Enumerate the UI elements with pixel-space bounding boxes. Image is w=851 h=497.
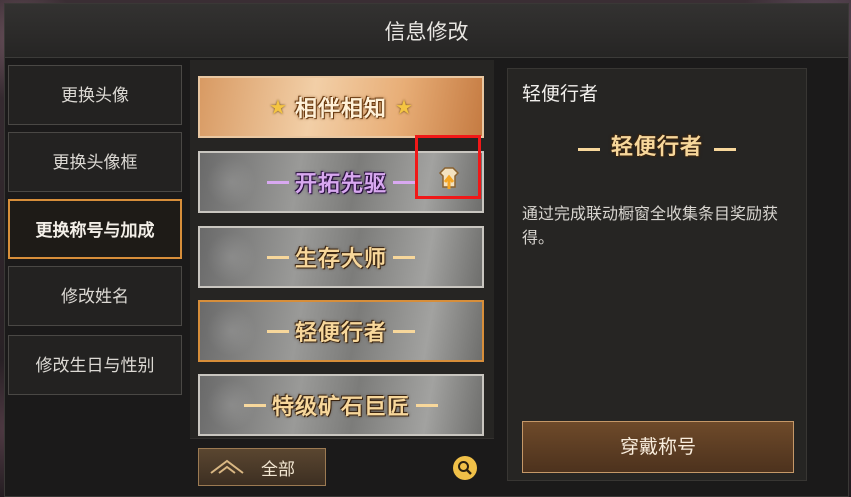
dash-icon: [266, 255, 289, 259]
window-title: 信息修改: [5, 4, 848, 58]
title-card-label: 生存大师: [294, 247, 387, 272]
wear-title-button[interactable]: 穿戴称号: [522, 421, 794, 473]
title-card-label: 特级矿石巨匠: [271, 395, 410, 420]
detail-description: 通过完成联动橱窗全收集条目奖励获得。: [522, 204, 779, 247]
title-card-label: 轻便行者: [294, 321, 387, 346]
sidebar-item-change-name[interactable]: 修改姓名: [8, 266, 182, 326]
filter-all-button[interactable]: 全部: [198, 448, 326, 486]
dash-icon: [714, 148, 737, 151]
title-card-label: 开拓先驱: [294, 172, 387, 197]
title-card[interactable]: 特级矿石巨匠: [198, 374, 484, 436]
detail-title-name: 轻便行者: [522, 83, 599, 105]
title-card-label: 相伴相知: [294, 97, 387, 122]
title-card-selected[interactable]: 轻便行者: [198, 300, 484, 362]
emblem-watermark-icon: [206, 232, 256, 282]
title-list-toolbar: 全部: [190, 438, 494, 493]
dash-icon: [577, 148, 600, 151]
dash-icon: [266, 329, 289, 333]
title-detail-panel: 轻便行者 轻便行者 通过完成联动橱窗全收集条目奖励获得。 穿戴称号: [507, 68, 807, 481]
highlight-annotation-box: [415, 135, 481, 199]
emblem-watermark-icon: [206, 380, 256, 430]
filter-chevron-icon: [210, 459, 244, 474]
sidebar-item-change-avatar[interactable]: 更换头像: [8, 65, 182, 125]
dash-icon: [393, 180, 415, 184]
emblem-watermark-icon: [206, 157, 256, 207]
sidebar-item-change-avatar-frame[interactable]: 更换头像框: [8, 132, 182, 192]
dash-icon: [266, 180, 289, 184]
filter-all-label: 全部: [261, 459, 295, 480]
title-card[interactable]: 生存大师: [198, 226, 484, 288]
detail-banner-label: 轻便行者: [610, 135, 703, 160]
star-icon: ★: [395, 95, 413, 119]
sidebar-item-change-title[interactable]: 更换称号与加成: [8, 199, 182, 259]
sidebar-item-change-birthday-gender[interactable]: 修改生日与性别: [8, 335, 182, 395]
emblem-watermark-icon: [206, 306, 256, 356]
dash-icon: [416, 403, 438, 407]
title-card[interactable]: ★ 相伴相知 ★: [198, 76, 484, 138]
star-icon: ★: [269, 95, 287, 119]
title-list[interactable]: ★ 相伴相知 ★ 开拓先驱 生存大师 轻便行者 特级矿石巨匠: [190, 60, 494, 438]
detail-title-banner: 轻便行者: [508, 129, 806, 161]
dash-icon: [393, 329, 415, 333]
dash-icon: [393, 255, 415, 259]
search-icon[interactable]: [453, 456, 477, 480]
